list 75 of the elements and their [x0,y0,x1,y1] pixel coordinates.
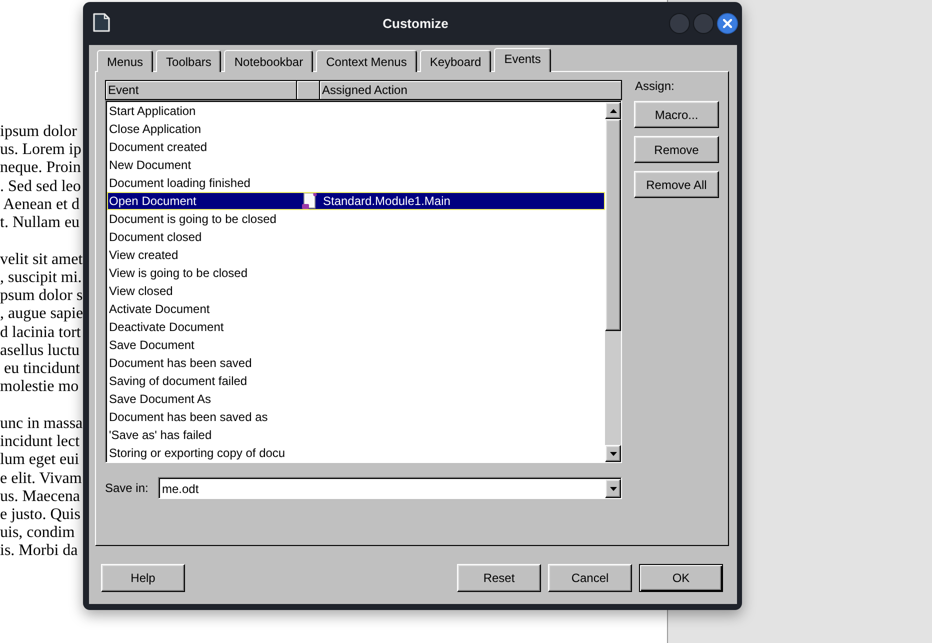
save-in-combobox[interactable]: me.odt [158,477,622,499]
event-row[interactable]: Save Document [107,336,605,354]
document-text-line: lum eget eui [0,451,80,470]
event-row[interactable]: Open Document Standard.Module1.Main [107,192,605,210]
page-icon [300,192,316,210]
cancel-button[interactable]: Cancel [548,564,632,592]
event-row[interactable]: Storing or exporting copy of docu [107,444,605,462]
reset-button[interactable]: Reset [457,564,541,592]
assign-label: Assign: [634,80,676,93]
document-text-line: eu tincidunt [3,360,80,378]
event-row[interactable]: Activate Document [107,300,605,318]
document-icon [93,12,110,32]
dialog-title: Customize [382,16,448,31]
tab[interactable]: Keyboard [420,50,492,72]
dropdown-button[interactable] [605,479,621,498]
down-arrow-icon [610,452,616,456]
column-header[interactable]: Event [106,81,297,99]
event-row[interactable]: Deactivate Document [107,318,605,336]
event-row[interactable]: Document loading finished [107,174,605,192]
event-row[interactable]: View created [107,246,605,264]
document-text-line: Aenean et d [2,196,80,214]
tab[interactable]: Toolbars [156,50,222,72]
macro-button[interactable]: Macro... [634,101,719,128]
event-row[interactable]: Document created [107,138,605,156]
column-header[interactable]: Assigned Action [320,81,621,99]
document-text-line: uis, condim [0,524,75,542]
event-row[interactable]: New Document [107,156,605,174]
document-text-line: neque. Proin [0,159,81,178]
document-text-line: velit sit amet [0,250,83,270]
remove-button[interactable]: Remove [634,136,719,163]
event-row[interactable]: Document is going to be closed [107,210,605,228]
tab[interactable]: Menus [97,50,154,72]
tab[interactable]: Notebookbar [224,50,314,72]
close-button[interactable] [717,13,738,34]
document-text-line: t. Nullam eu [0,214,80,232]
event-row[interactable]: 'Save as' has failed [107,426,605,444]
event-row[interactable]: Document closed [107,228,605,246]
document-text-line: , augue sapie [0,305,84,324]
scrollbar-thumb[interactable] [605,119,621,331]
document-text-line: incidunt lect [0,433,80,452]
document-text-line: , suscipit mi. [0,269,82,288]
document-text-line: us. Lorem ip [0,141,82,160]
event-row[interactable]: Save Document As [107,390,605,408]
event-row[interactable]: Start Application [107,102,605,120]
tab[interactable]: Context Menus [316,50,417,72]
document-text-line: molestie mo [0,378,79,396]
help-button[interactable]: Help [101,564,185,592]
scroll-down-button[interactable] [605,445,621,462]
document-text-line: psum dolor s [0,287,83,306]
document-text-line: e elit. Vivam [0,470,82,488]
event-row[interactable]: View closed [107,282,605,300]
event-row[interactable]: Saving of document failed [107,372,605,390]
event-row[interactable]: Document has been saved [107,354,605,372]
close-icon [723,19,732,28]
event-row[interactable]: Document has been saved as [107,408,605,426]
remove-all-button[interactable]: Remove All [634,171,719,198]
document-text-line: unc in massa [0,415,83,434]
document-text-line: ipsum dolor [0,123,77,142]
tab[interactable]: Events [494,48,551,72]
assigned-action: Standard.Module1.Main [322,194,452,208]
document-text-line: d lacinia tort [0,324,81,342]
down-arrow-icon [610,486,616,490]
save-in-label: Save in: [105,481,150,495]
scroll-up-button[interactable] [605,102,621,119]
ok-button[interactable]: OK [639,564,723,592]
column-header[interactable] [297,81,320,99]
scrollbar[interactable] [605,102,621,462]
event-row[interactable]: View is going to be closed [107,264,605,282]
document-text-line: asellus luctu [0,342,80,360]
document-text-line: us. Maecena [0,488,80,506]
up-arrow-icon [610,108,616,112]
document-text-line: . Sed sed leo [0,178,81,196]
document-text-line: is. Morbi da [0,542,78,561]
document-text-line: e justo. Quis [0,506,80,524]
event-row[interactable]: Close Application [107,120,605,138]
